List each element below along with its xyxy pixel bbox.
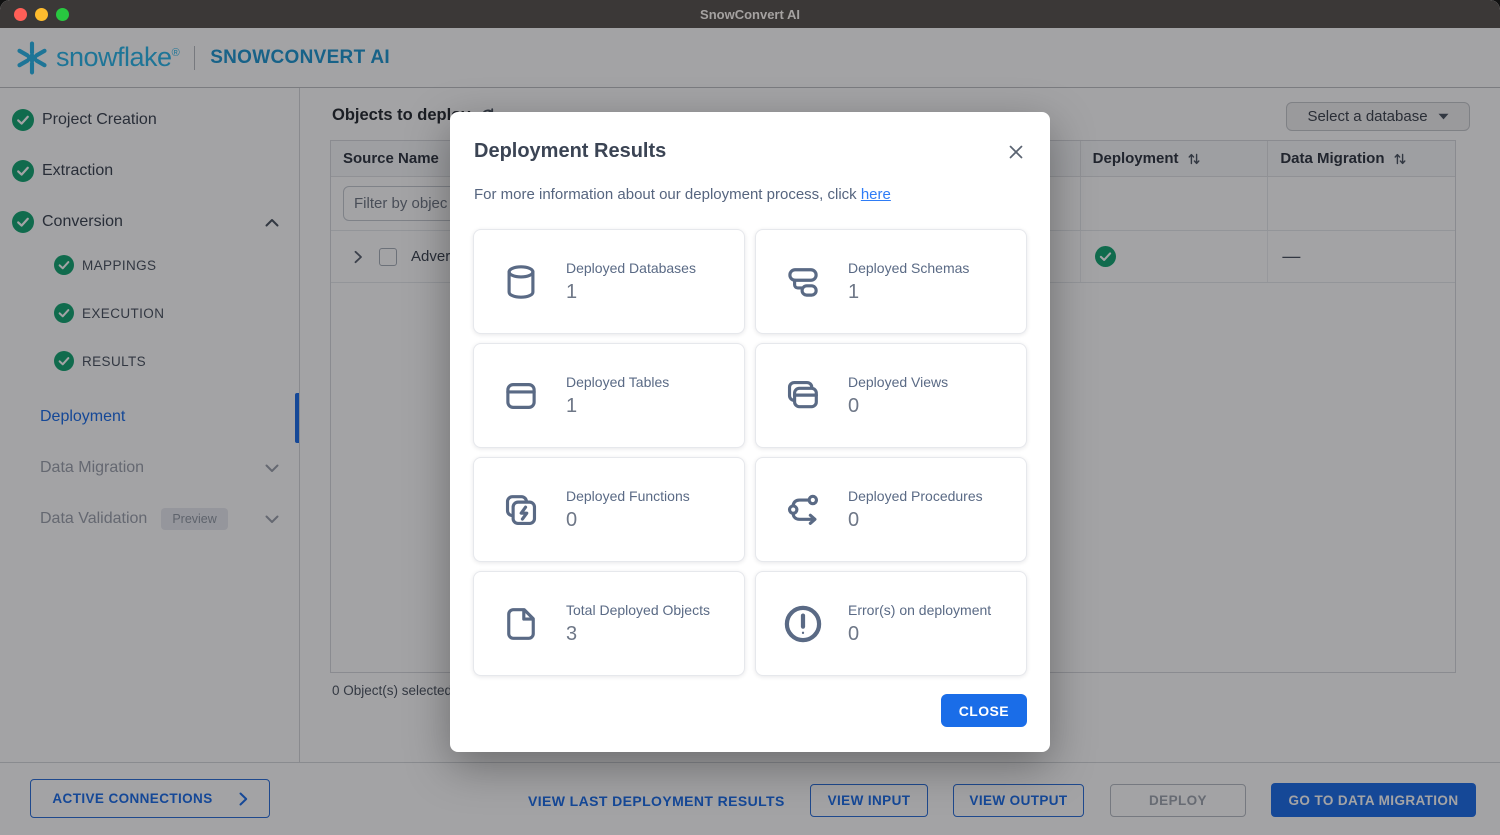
views-icon [780, 373, 826, 419]
modal-title: Deployment Results [474, 140, 666, 163]
modal-description: For more information about our deploymen… [474, 186, 891, 203]
zoom-window-button[interactable] [56, 8, 69, 21]
card-deployed-tables: Deployed Tables 1 [473, 343, 745, 448]
card-label: Total Deployed Objects [566, 602, 710, 618]
card-label: Error(s) on deployment [848, 602, 991, 618]
card-value: 0 [848, 623, 991, 646]
app-window: SnowConvert AI snowflake® SNOWCONVERT AI [0, 0, 1500, 835]
card-value: 1 [566, 281, 696, 304]
card-deployed-functions: Deployed Functions 0 [473, 457, 745, 562]
minimize-window-button[interactable] [35, 8, 48, 21]
card-value: 0 [848, 395, 948, 418]
card-value: 3 [566, 623, 710, 646]
card-deployed-procedures: Deployed Procedures 0 [755, 457, 1027, 562]
database-icon [498, 259, 544, 305]
card-deployed-databases: Deployed Databases 1 [473, 229, 745, 334]
card-errors-on-deployment: Error(s) on deployment 0 [755, 571, 1027, 676]
card-label: Deployed Functions [566, 488, 690, 504]
error-icon [780, 601, 826, 647]
card-deployed-views: Deployed Views 0 [755, 343, 1027, 448]
deployment-docs-link[interactable]: here [861, 186, 891, 203]
card-deployed-schemas: Deployed Schemas 1 [755, 229, 1027, 334]
card-value: 0 [566, 509, 690, 532]
close-icon[interactable] [1008, 144, 1024, 160]
deployment-stats-grid: Deployed Databases 1 Deployed Schemas 1 [473, 229, 1027, 676]
card-total-deployed-objects: Total Deployed Objects 3 [473, 571, 745, 676]
card-value: 0 [848, 509, 983, 532]
card-label: Deployed Procedures [848, 488, 983, 504]
close-modal-button[interactable]: CLOSE [941, 694, 1027, 727]
window-title: SnowConvert AI [700, 7, 800, 22]
card-value: 1 [566, 395, 669, 418]
close-window-button[interactable] [14, 8, 27, 21]
card-value: 1 [848, 281, 969, 304]
procedures-icon [780, 487, 826, 533]
schemas-icon [780, 259, 826, 305]
tables-icon [498, 373, 544, 419]
card-label: Deployed Databases [566, 260, 696, 276]
card-label: Deployed Tables [566, 374, 669, 390]
card-label: Deployed Views [848, 374, 948, 390]
functions-icon [498, 487, 544, 533]
macos-titlebar: SnowConvert AI [0, 0, 1500, 28]
deployment-results-modal: Deployment Results For more information … [450, 112, 1050, 752]
document-icon [498, 601, 544, 647]
card-label: Deployed Schemas [848, 260, 969, 276]
